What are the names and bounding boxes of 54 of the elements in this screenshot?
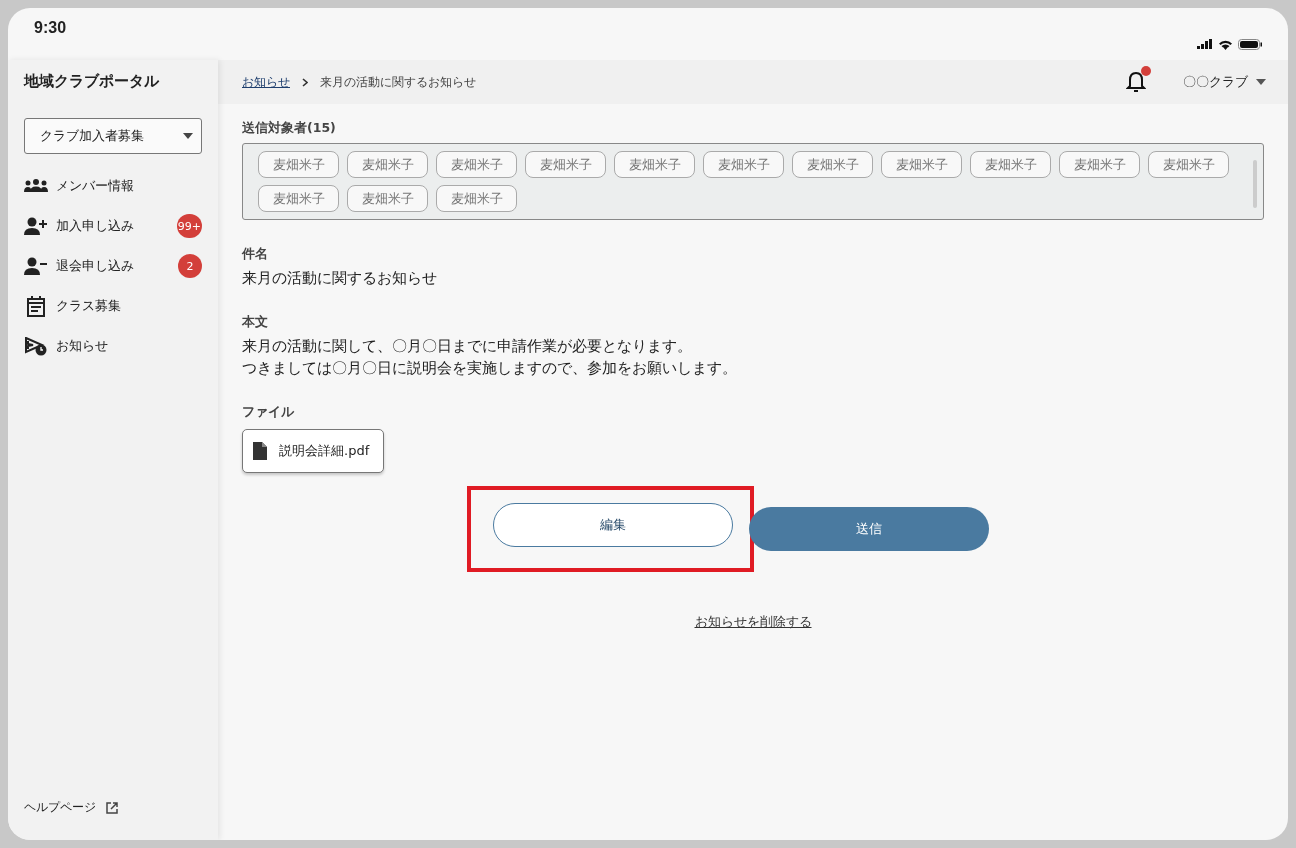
recipient-tag: 麦畑米子 [614, 151, 695, 178]
calendar-icon [24, 295, 48, 317]
recipient-tag: 麦畑米子 [258, 185, 339, 212]
nav-item[interactable]: メンバー情報 [24, 166, 202, 206]
scrollbar[interactable] [1253, 160, 1257, 208]
wifi-icon [1218, 38, 1233, 50]
body-text: つきましては〇月〇日に説明会を実施しますので、参加をお願いします。 [242, 359, 737, 378]
section-label: 送信対象者(15) [242, 120, 336, 137]
recipient-tag: 麦畑米子 [258, 151, 339, 178]
help-link[interactable]: ヘルプページ [24, 799, 96, 816]
group-icon [24, 179, 48, 193]
caret-icon [183, 133, 193, 139]
bell-icon [1126, 70, 1146, 94]
club-select[interactable]: クラブ加入者募集 [24, 118, 202, 154]
recipient-tag: 麦畑米子 [347, 151, 428, 178]
count-badge: 99+ [176, 214, 202, 238]
count-badge: 2 [178, 254, 202, 278]
recipient-tag: 麦畑米子 [347, 185, 428, 212]
file-attachment[interactable]: 説明会詳細.pdf [242, 429, 385, 473]
external-link-icon [106, 801, 118, 814]
nav-item[interactable]: お知らせ [24, 326, 202, 366]
recipient-tag: 麦畑米子 [881, 151, 962, 178]
recipient-tag: 麦畑米子 [525, 151, 606, 178]
delete-link[interactable]: お知らせを削除する [694, 613, 812, 631]
caret-icon [1256, 79, 1266, 85]
document-icon [253, 442, 267, 460]
nav-item[interactable]: 加入申し込み 99+ [24, 206, 202, 246]
account-menu[interactable]: 〇〇クラブ [1183, 73, 1266, 91]
send-clock-icon [24, 336, 48, 356]
section-label: 件名 [242, 246, 268, 263]
recipient-tag: 麦畑米子 [436, 185, 517, 212]
nav-item[interactable]: 退会申し込み 2 [24, 246, 202, 286]
person-remove-icon [24, 257, 48, 275]
recipient-tag: 麦畑米子 [970, 151, 1051, 178]
recipient-tag: 麦畑米子 [1148, 151, 1229, 178]
subject-text: 来月の活動に関するお知らせ [242, 269, 437, 288]
breadcrumb-link[interactable]: お知らせ [242, 73, 290, 91]
person-add-icon [24, 217, 48, 235]
chevron-right-icon [302, 77, 308, 87]
battery-icon [1238, 38, 1262, 50]
breadcrumb-current: 来月の活動に関するお知らせ [320, 73, 476, 91]
edit-button[interactable]: 編集 [493, 503, 733, 547]
body-text: 来月の活動に関して、〇月〇日までに申請作業が必要となります。 [242, 337, 692, 356]
send-button[interactable]: 送信 [749, 507, 989, 551]
section-label: 本文 [242, 314, 268, 331]
app-title: 地域クラブポータル [24, 72, 160, 91]
recipient-tag: 麦畑米子 [436, 151, 517, 178]
nav-item[interactable]: クラス募集 [24, 286, 202, 326]
recipient-tag: 麦畑米子 [703, 151, 784, 178]
status-time: 9:30 [34, 19, 67, 37]
section-label: ファイル [242, 404, 294, 421]
recipient-tag: 麦畑米子 [1059, 151, 1140, 178]
recipient-tag: 麦畑米子 [792, 151, 873, 178]
signal-icon [1197, 39, 1213, 49]
